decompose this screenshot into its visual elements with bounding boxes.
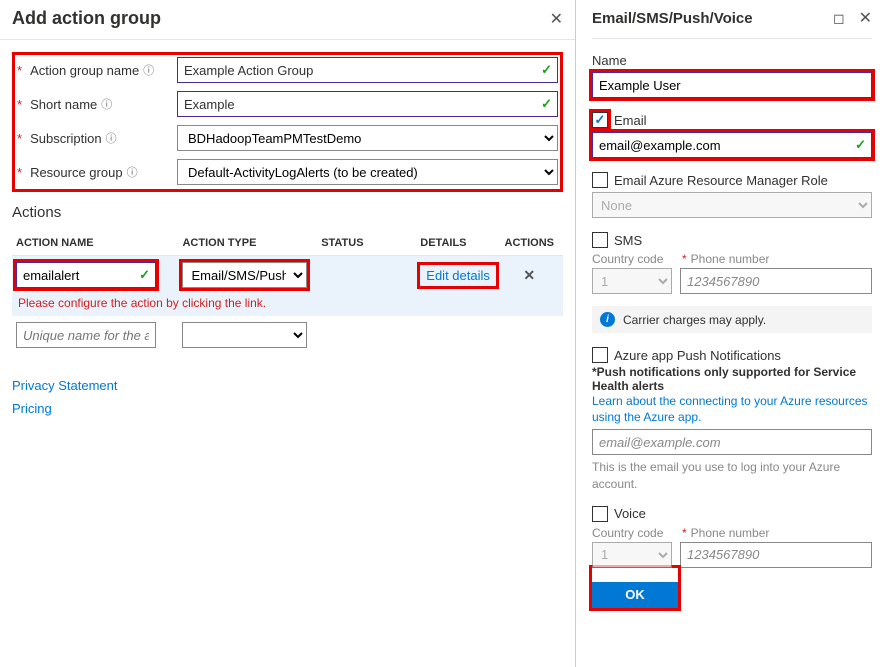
- new-action-type-select[interactable]: [182, 322, 307, 348]
- label-action-group-name: *Action group name ⓘ: [17, 62, 177, 78]
- right-panel-title: Email/SMS/Push/Voice: [592, 10, 753, 27]
- maximize-icon[interactable]: ◻: [833, 10, 845, 27]
- table-row: [12, 316, 563, 354]
- action-name-input[interactable]: [16, 262, 156, 288]
- left-panel-header: Add action group ✕: [0, 0, 575, 40]
- label-country-code: Country code: [592, 252, 672, 266]
- footer-links: Privacy Statement Pricing: [0, 366, 575, 428]
- arm-role-checkbox[interactable]: [592, 172, 608, 188]
- email-checkbox[interactable]: [592, 112, 608, 128]
- email-input[interactable]: [592, 132, 872, 158]
- voice-checkbox[interactable]: [592, 506, 608, 522]
- info-icon[interactable]: ⓘ: [143, 62, 154, 78]
- push-checkbox[interactable]: [592, 347, 608, 363]
- carrier-info-bar: i Carrier charges may apply.: [592, 306, 872, 333]
- action-type-select[interactable]: Email/SMS/Push/V...: [182, 262, 307, 288]
- table-row: ✓ Email/SMS/Push/V... Edit details: [12, 256, 563, 294]
- highlight-form-group: *Action group name ⓘ ✓ *Short name ⓘ ✓: [12, 52, 563, 192]
- label-subscription: *Subscription ⓘ: [17, 130, 177, 146]
- col-details: DETAILS: [420, 237, 499, 249]
- col-action-type: ACTION TYPE: [182, 237, 321, 249]
- short-name-input[interactable]: [177, 91, 558, 117]
- resource-group-select[interactable]: Default-ActivityLogAlerts (to be created…: [177, 159, 558, 185]
- new-action-name-input[interactable]: [16, 322, 156, 348]
- sms-country-code-select: 1: [592, 268, 672, 294]
- info-icon[interactable]: ⓘ: [101, 96, 112, 112]
- col-status: STATUS: [321, 237, 420, 249]
- arm-role-select: None: [592, 192, 872, 218]
- email-sms-push-voice-panel: Email/SMS/Push/Voice ◻ ✕ Name Email ✓ Em…: [576, 0, 888, 667]
- push-email-input: [592, 429, 872, 455]
- voice-phone-input: [680, 542, 872, 568]
- pricing-link[interactable]: Pricing: [12, 401, 563, 416]
- label-country-code: Country code: [592, 526, 672, 540]
- close-icon[interactable]: ✕: [550, 9, 563, 29]
- sms-checkbox[interactable]: [592, 232, 608, 248]
- sms-phone-input: [680, 268, 872, 294]
- subscription-select[interactable]: BDHadoopTeamPMTestDemo: [177, 125, 558, 151]
- remove-action-icon[interactable]: ✕: [523, 267, 535, 283]
- info-icon[interactable]: ⓘ: [127, 164, 138, 180]
- ok-button[interactable]: OK: [592, 582, 678, 608]
- push-hint: This is the email you use to log into yo…: [592, 459, 872, 491]
- action-group-name-input[interactable]: [177, 57, 558, 83]
- label-voice: Voice: [614, 506, 646, 521]
- col-action-name: ACTION NAME: [16, 237, 182, 249]
- info-icon: i: [600, 312, 615, 327]
- label-phone-number: *Phone number: [682, 526, 872, 540]
- actions-table: ACTION NAME ACTION TYPE STATUS DETAILS A…: [12, 231, 563, 354]
- label-arm-role: Email Azure Resource Manager Role: [614, 173, 828, 188]
- privacy-link[interactable]: Privacy Statement: [12, 378, 563, 393]
- push-learn-link[interactable]: Learn about the connecting to your Azure…: [592, 393, 872, 425]
- label-name: Name: [592, 53, 872, 68]
- label-push: Azure app Push Notifications: [614, 348, 781, 363]
- add-action-group-panel: Add action group ✕ *Action group name ⓘ …: [0, 0, 576, 667]
- label-sms: SMS: [614, 233, 642, 248]
- name-input[interactable]: [592, 72, 872, 98]
- col-actions: ACTIONS: [500, 237, 559, 249]
- label-email: Email: [614, 113, 647, 128]
- label-phone-number: *Phone number: [682, 252, 872, 266]
- edit-details-link[interactable]: Edit details: [426, 268, 490, 283]
- form-area: *Action group name ⓘ ✓ *Short name ⓘ ✓: [0, 40, 575, 366]
- actions-heading: Actions: [12, 204, 563, 221]
- label-resource-group: *Resource group ⓘ: [17, 164, 177, 180]
- label-short-name: *Short name ⓘ: [17, 96, 177, 112]
- info-icon[interactable]: ⓘ: [106, 130, 117, 146]
- action-error-message: Please configure the action by clicking …: [12, 294, 563, 316]
- voice-country-code-select: 1: [592, 542, 672, 568]
- page-title: Add action group: [12, 8, 161, 29]
- push-note: *Push notifications only supported for S…: [592, 365, 872, 393]
- close-icon[interactable]: ✕: [859, 8, 872, 28]
